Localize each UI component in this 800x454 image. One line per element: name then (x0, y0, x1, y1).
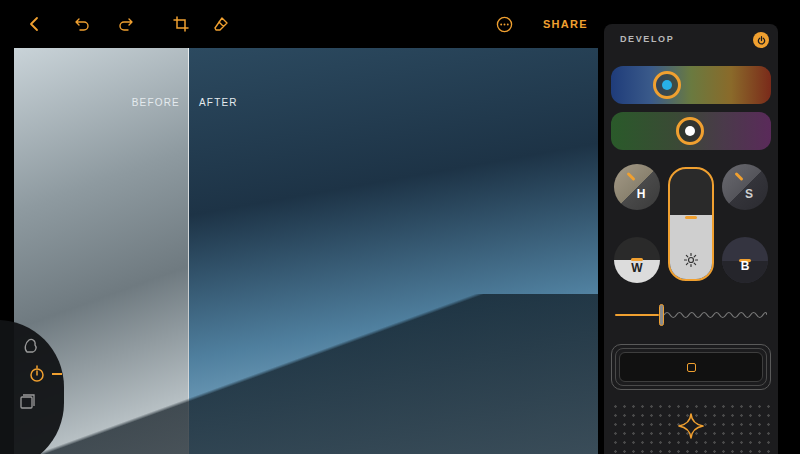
sparkle-icon (677, 412, 705, 440)
square-icon (687, 363, 696, 372)
power-button[interactable] (753, 32, 769, 48)
adjust-icon (28, 365, 46, 383)
whites-dial[interactable]: W (614, 237, 660, 283)
wave-icon (664, 309, 767, 321)
hillside (14, 294, 598, 454)
mask-icon (22, 337, 40, 355)
color-slider-knob[interactable] (676, 117, 704, 145)
wave-knob[interactable] (659, 304, 664, 326)
wave-slider[interactable] (611, 303, 771, 327)
redo-icon[interactable] (118, 16, 134, 32)
blacks-dial[interactable]: B (722, 237, 768, 283)
wave-fill (615, 314, 659, 316)
hue-dial[interactable]: H (614, 164, 660, 210)
effect-box[interactable] (611, 344, 771, 390)
tool-item[interactable] (28, 364, 62, 384)
whites-label: W (631, 259, 642, 277)
develop-panel: DEVELOP H W (604, 24, 778, 454)
sun-icon (684, 253, 698, 267)
share-button[interactable]: SHARE (543, 16, 588, 33)
eraser-icon[interactable] (213, 16, 229, 32)
tool-list (14, 336, 62, 412)
undo-icon[interactable] (74, 16, 90, 32)
tone-grid: H W S (611, 164, 771, 283)
power-icon (757, 36, 766, 45)
photo: BEFORE AFTER (14, 48, 598, 454)
develop-header: DEVELOP (611, 24, 771, 56)
develop-title: DEVELOP (620, 33, 674, 47)
compare-labels: BEFORE AFTER (14, 95, 598, 110)
color-sliders (611, 66, 771, 150)
tool-item[interactable] (18, 392, 62, 412)
before-label: BEFORE (132, 95, 180, 110)
tool-item[interactable] (22, 336, 62, 356)
top-bar: SHARE (0, 0, 604, 48)
more-icon[interactable] (496, 16, 513, 33)
saturation-dial[interactable]: S (722, 164, 768, 210)
brightness-slider[interactable] (668, 167, 714, 281)
app: SHARE BEFORE AFTER DEVELOP (0, 0, 800, 454)
crop-icon[interactable] (173, 16, 189, 32)
color-slider[interactable] (611, 66, 771, 104)
after-label: AFTER (189, 95, 238, 110)
back-icon[interactable] (27, 16, 43, 32)
editor: SHARE BEFORE AFTER (0, 0, 604, 454)
blacks-label: B (741, 257, 750, 275)
saturation-label: S (745, 185, 753, 203)
dot-grid[interactable] (611, 402, 771, 454)
hue-label: H (637, 185, 646, 203)
layers-icon (18, 393, 36, 411)
brightness-fill (670, 215, 712, 279)
color-slider-knob[interactable] (653, 71, 681, 99)
color-slider[interactable] (611, 112, 771, 150)
